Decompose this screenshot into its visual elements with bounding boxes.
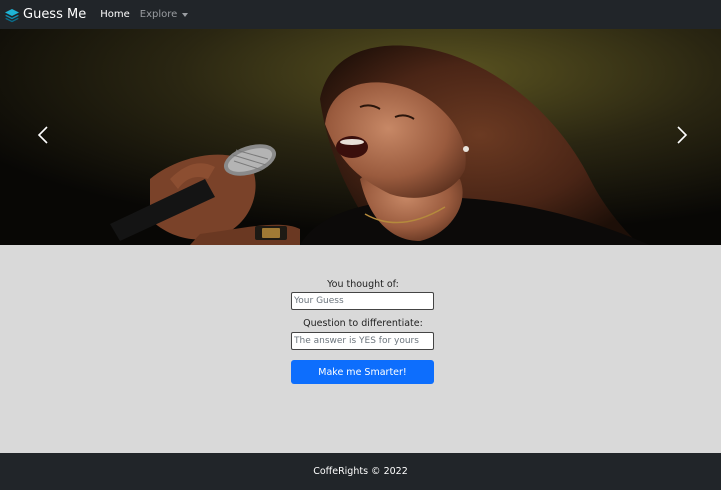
question-label: Question to differentiate: bbox=[303, 318, 423, 329]
footer-text: CoffeRights © 2022 bbox=[313, 466, 408, 477]
carousel-prev-button[interactable] bbox=[8, 29, 78, 245]
carousel-photo bbox=[0, 29, 721, 245]
thought-label: You thought of: bbox=[327, 279, 399, 290]
nav-explore-label: Explore bbox=[139, 9, 178, 20]
brand-link[interactable]: Guess Me bbox=[4, 7, 86, 23]
caret-down-icon bbox=[182, 12, 189, 17]
carousel-next-button[interactable] bbox=[647, 29, 717, 245]
image-carousel bbox=[0, 29, 721, 245]
chevron-left-icon bbox=[37, 125, 49, 149]
make-me-smarter-button[interactable]: Make me Smarter! bbox=[291, 360, 434, 384]
guess-form: You thought of: Question to differentiat… bbox=[0, 245, 721, 453]
nav-explore-dropdown[interactable]: Explore bbox=[140, 9, 189, 20]
layers-logo-icon bbox=[4, 7, 20, 23]
question-input[interactable] bbox=[291, 332, 434, 350]
nav-home-link[interactable]: Home bbox=[100, 9, 130, 20]
chevron-right-icon bbox=[676, 125, 688, 149]
brand-text: Guess Me bbox=[23, 7, 87, 22]
guess-input[interactable] bbox=[291, 292, 434, 310]
navbar: Guess Me Home Explore bbox=[0, 0, 721, 29]
footer: CoffeRights © 2022 bbox=[0, 453, 721, 490]
